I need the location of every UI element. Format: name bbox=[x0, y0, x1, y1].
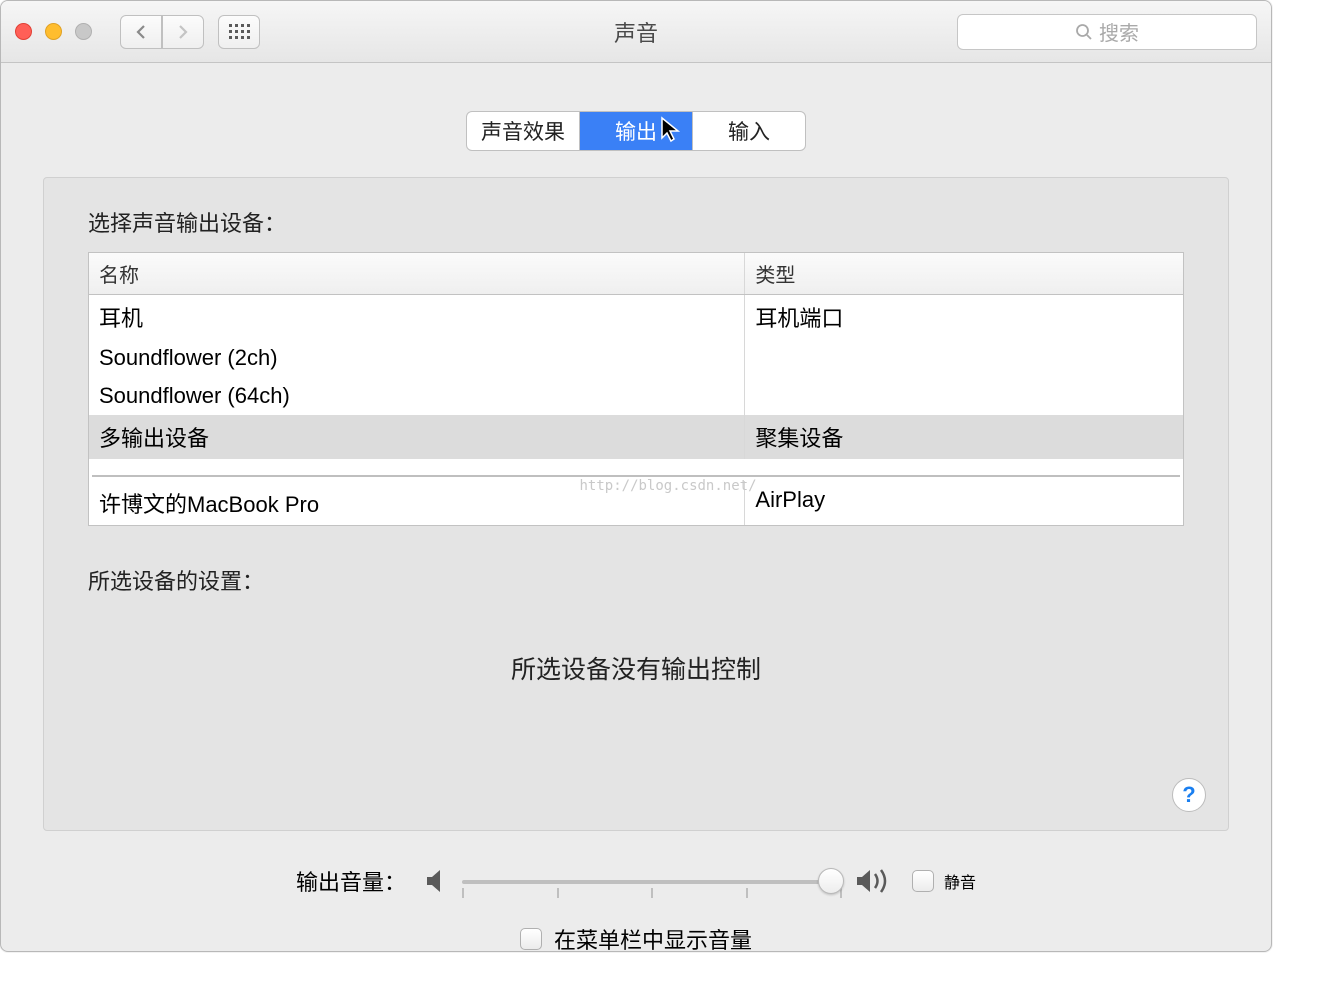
output-volume-row: 输出音量： 静音 bbox=[43, 865, 1229, 897]
volume-slider[interactable] bbox=[462, 878, 842, 884]
tab-input[interactable]: 输入 bbox=[693, 112, 805, 150]
table-row[interactable]: 多输出设备 聚集设备 bbox=[89, 415, 1183, 459]
show-all-button[interactable] bbox=[218, 15, 260, 49]
device-name: Soundflower (64ch) bbox=[89, 377, 745, 415]
mute-group: 静音 bbox=[912, 869, 976, 893]
slider-ticks bbox=[462, 888, 842, 898]
show-in-menubar-label: 在菜单栏中显示音量 bbox=[554, 923, 752, 952]
header-name[interactable]: 名称 bbox=[89, 253, 745, 294]
output-volume-label: 输出音量： bbox=[296, 865, 406, 897]
device-name: 耳机 bbox=[89, 295, 745, 339]
device-name: Soundflower (2ch) bbox=[89, 339, 745, 377]
help-button[interactable]: ? bbox=[1172, 778, 1206, 812]
header-type[interactable]: 类型 bbox=[745, 253, 1183, 294]
slider-knob[interactable] bbox=[818, 868, 844, 894]
table-row[interactable]: Soundflower (64ch) bbox=[89, 377, 1183, 415]
chevron-left-icon bbox=[135, 24, 147, 40]
chevron-right-icon bbox=[177, 24, 189, 40]
content-area: 声音效果 输出 输入 选择声音输出设备： 名称 类型 耳机 耳机端口 Sound… bbox=[1, 63, 1271, 952]
back-button[interactable] bbox=[120, 15, 162, 49]
table-spacer bbox=[89, 459, 1183, 471]
tab-bar: 声音效果 输出 输入 bbox=[466, 111, 806, 151]
forward-button[interactable] bbox=[162, 15, 204, 49]
minimize-button[interactable] bbox=[45, 23, 62, 40]
output-panel: 选择声音输出设备： 名称 类型 耳机 耳机端口 Soundflower (2ch… bbox=[43, 177, 1229, 831]
close-button[interactable] bbox=[15, 23, 32, 40]
device-type bbox=[745, 377, 1183, 415]
watermark-text: http://blog.csdn.net/ bbox=[579, 478, 756, 494]
device-type bbox=[745, 339, 1183, 377]
help-icon: ? bbox=[1182, 782, 1195, 808]
tab-output[interactable]: 输出 bbox=[580, 112, 693, 150]
table-row[interactable]: Soundflower (2ch) bbox=[89, 339, 1183, 377]
select-device-label: 选择声音输出设备： bbox=[88, 206, 1184, 238]
traffic-lights bbox=[15, 23, 92, 40]
search-input[interactable]: 搜索 bbox=[957, 14, 1257, 50]
device-name: 多输出设备 bbox=[89, 415, 745, 459]
search-placeholder: 搜索 bbox=[1099, 17, 1139, 46]
device-type: AirPlay bbox=[745, 481, 1183, 525]
table-divider bbox=[92, 475, 1180, 477]
slider-track bbox=[462, 880, 842, 884]
sound-preferences-window: 声音 搜索 声音效果 输出 输入 选择声音输出设备： 名称 类型 耳机 耳机端口 bbox=[0, 0, 1272, 952]
mute-label: 静音 bbox=[944, 869, 976, 893]
search-icon bbox=[1075, 23, 1093, 41]
volume-slider-group bbox=[424, 866, 894, 896]
selected-device-settings-label: 所选设备的设置： bbox=[88, 564, 1184, 596]
device-type: 聚集设备 bbox=[745, 415, 1183, 459]
maximize-button[interactable] bbox=[75, 23, 92, 40]
table-row[interactable]: 耳机 耳机端口 bbox=[89, 295, 1183, 339]
no-output-controls-text: 所选设备没有输出控制 bbox=[88, 650, 1184, 686]
speaker-low-icon bbox=[424, 867, 450, 895]
speaker-high-icon bbox=[854, 866, 894, 896]
titlebar: 声音 搜索 bbox=[1, 1, 1271, 63]
nav-group bbox=[120, 15, 204, 49]
table-header: 名称 类型 bbox=[89, 253, 1183, 295]
device-type: 耳机端口 bbox=[745, 295, 1183, 339]
tab-sound-effects[interactable]: 声音效果 bbox=[467, 112, 580, 150]
show-in-menubar-checkbox[interactable] bbox=[520, 928, 542, 950]
show-in-menubar-row: 在菜单栏中显示音量 bbox=[43, 923, 1229, 952]
mute-checkbox[interactable] bbox=[912, 870, 934, 892]
grid-icon bbox=[229, 24, 250, 39]
window-title: 声音 bbox=[614, 16, 658, 48]
